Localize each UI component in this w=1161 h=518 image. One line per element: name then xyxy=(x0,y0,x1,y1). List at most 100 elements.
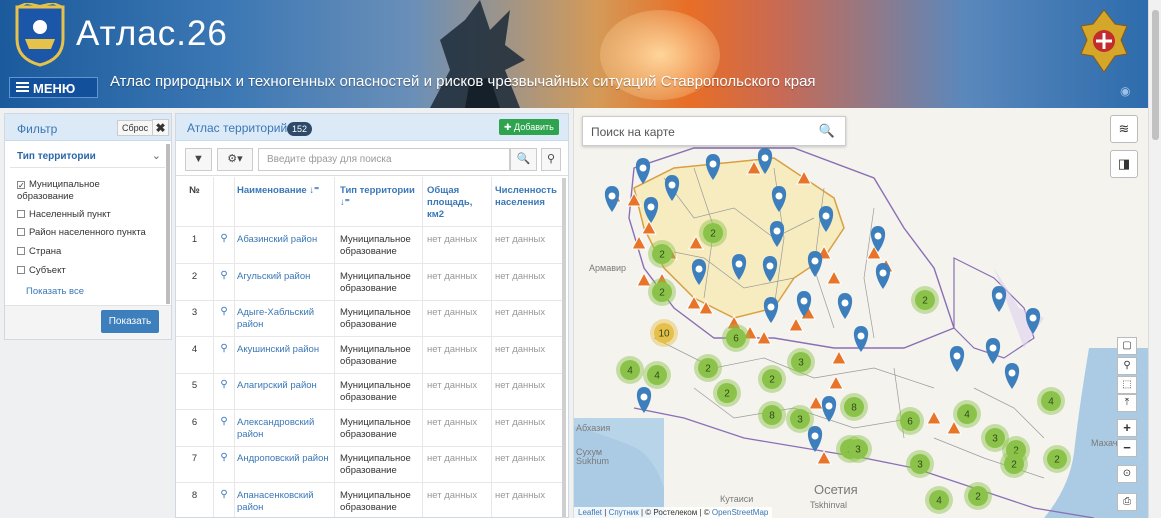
filter-option-settlement-district[interactable]: Район населенного пункта xyxy=(17,227,146,239)
osm-link[interactable]: OpenStreetMap xyxy=(712,508,768,517)
territory-name-link[interactable]: Андроповский район xyxy=(237,453,334,465)
cluster-marker[interactable]: 4 xyxy=(643,361,671,389)
reset-button[interactable]: Сброс xyxy=(117,120,154,136)
select-area-icon[interactable]: ⬚ xyxy=(1117,376,1137,394)
map-pin-icon[interactable]: ⚲ xyxy=(541,148,561,171)
upload-icon[interactable]: ⤒ xyxy=(1117,394,1137,412)
hazard-warning-icon[interactable] xyxy=(828,374,844,390)
territory-name-link[interactable]: Алагирский район xyxy=(237,380,334,392)
map-pin-dot xyxy=(879,269,887,277)
map-pin-icon[interactable]: ⚲ xyxy=(214,233,234,244)
sputnik-link[interactable]: Спутник xyxy=(609,508,639,517)
map-pin-icon[interactable]: ⚲ xyxy=(214,489,234,500)
territory-name-link[interactable]: Апанасенковский район xyxy=(237,490,334,514)
cluster-marker[interactable]: 8 xyxy=(758,401,786,429)
document-icon[interactable]: ▢ xyxy=(1117,337,1137,355)
territory-name-link[interactable]: Адыге-Хабльский район xyxy=(237,307,334,331)
show-button[interactable]: Показать xyxy=(101,310,159,333)
cluster-marker[interactable]: 2 xyxy=(964,482,992,510)
cluster-marker[interactable]: 3 xyxy=(844,435,872,463)
territory-name-link[interactable]: Александровский район xyxy=(237,417,334,441)
map-pin-icon[interactable]: ⚲ xyxy=(214,379,234,390)
checkbox[interactable] xyxy=(17,210,25,218)
checkbox[interactable] xyxy=(17,228,25,236)
map-pin-icon[interactable]: ⚲ xyxy=(214,343,234,354)
filter-option-settlement[interactable]: Населенный пункт xyxy=(17,209,111,221)
filter-option-subject[interactable]: Субъект xyxy=(17,265,66,277)
cluster-marker[interactable]: 6 xyxy=(896,407,924,435)
cluster-marker[interactable]: 3 xyxy=(787,348,815,376)
cluster-marker[interactable]: 2 xyxy=(1043,445,1071,473)
map-pin-icon[interactable]: ⚲ xyxy=(214,416,234,427)
zoom-in-button[interactable]: + xyxy=(1117,419,1137,437)
map-canvas[interactable]: Армавир Абхазия Сухум Sukhum Махачкала О… xyxy=(574,108,1148,518)
search-icon[interactable]: 🔍 xyxy=(510,148,537,171)
checkbox[interactable] xyxy=(17,266,25,274)
table-scrollbar[interactable] xyxy=(562,178,566,517)
col-type-header[interactable]: Тип территории ↓⁼ xyxy=(340,185,420,209)
show-all-link[interactable]: Показать все xyxy=(26,286,84,297)
hazard-warning-icon[interactable] xyxy=(826,269,842,285)
territory-name-link[interactable]: Агульский район xyxy=(237,271,334,283)
cluster-marker[interactable]: 2 xyxy=(648,278,676,306)
cluster-marker[interactable]: 4 xyxy=(1037,387,1065,415)
cluster-marker[interactable]: 3 xyxy=(906,450,934,478)
hazard-warning-icon[interactable] xyxy=(926,409,942,425)
locate-icon[interactable]: ⊙ xyxy=(1117,465,1137,483)
cluster-marker[interactable]: 3 xyxy=(981,424,1009,452)
hazard-warning-icon[interactable] xyxy=(816,449,832,465)
print-icon[interactable]: ⎙ xyxy=(1117,493,1137,511)
cluster-count: 3 xyxy=(917,460,923,471)
cluster-marker[interactable]: 2 xyxy=(911,286,939,314)
panel-toggle-icon[interactable]: ◨ xyxy=(1110,150,1138,178)
sort-icon[interactable]: ↓⁼ xyxy=(309,185,319,196)
cluster-marker[interactable]: 4 xyxy=(616,356,644,384)
cluster-marker[interactable]: 2 xyxy=(694,354,722,382)
map-pin-dot xyxy=(735,260,743,268)
territory-name-link[interactable]: Акушинский район xyxy=(237,344,334,356)
filter-option-municipal[interactable]: ✓ Муниципальное образование xyxy=(17,179,137,203)
phrase-search-input[interactable]: Введите фразу для поиска xyxy=(258,148,510,171)
sort-icon[interactable]: ↓⁼ xyxy=(340,197,350,208)
hazard-warning-icon[interactable] xyxy=(808,394,824,410)
location-icon[interactable]: ◉ xyxy=(1120,84,1130,98)
cluster-marker[interactable]: 2 xyxy=(648,240,676,268)
map-view[interactable]: Армавир Абхазия Сухум Sukhum Махачкала О… xyxy=(573,108,1148,518)
add-button[interactable]: ✚ Добавить xyxy=(499,119,559,135)
cluster-marker[interactable]: 10 xyxy=(650,319,678,347)
map-pin-icon[interactable]: ⚲ xyxy=(214,306,234,317)
cluster-marker[interactable]: 4 xyxy=(953,400,981,428)
checkbox[interactable] xyxy=(17,247,25,255)
hazard-warning-icon[interactable] xyxy=(831,349,847,365)
close-icon[interactable]: ✖ xyxy=(152,119,169,136)
map-pin-icon[interactable]: ⚲ xyxy=(214,270,234,281)
cluster-marker[interactable]: 2 xyxy=(713,379,741,407)
settings-dropdown-icon[interactable]: ⚙▾ xyxy=(217,148,253,171)
hazard-warning-icon[interactable] xyxy=(788,316,804,332)
filter-option-country[interactable]: Страна xyxy=(17,246,61,258)
cluster-marker[interactable]: 2 xyxy=(758,365,786,393)
cluster-marker[interactable]: 4 xyxy=(925,486,953,514)
map-pin-icon[interactable]: ⚲ xyxy=(1117,357,1137,375)
search-icon[interactable]: 🔍 xyxy=(819,123,835,139)
page-scrollbar[interactable] xyxy=(1148,0,1161,518)
territory-type-toggle[interactable]: Тип территории ⌄ xyxy=(10,147,165,168)
menu-button[interactable]: МЕНЮ xyxy=(9,77,98,98)
layers-icon[interactable]: ≋ xyxy=(1110,115,1138,143)
atlas-toolbar: ▼ ⚙▾ Введите фразу для поиска 🔍 ⚲ xyxy=(176,142,568,176)
filter-funnel-icon[interactable]: ▼ xyxy=(185,148,212,171)
map-pin-icon[interactable]: ⚲ xyxy=(214,452,234,463)
map-pin-dot xyxy=(775,192,783,200)
hazard-warning-icon[interactable] xyxy=(631,234,647,250)
filter-scrollbar[interactable] xyxy=(166,144,170,304)
zoom-out-button[interactable]: − xyxy=(1117,439,1137,457)
map-search-input[interactable]: Поиск на карте 🔍 xyxy=(582,116,846,146)
checkbox-checked[interactable]: ✓ xyxy=(17,181,25,190)
cluster-marker[interactable]: 2 xyxy=(1000,450,1028,478)
leaflet-link[interactable]: Leaflet xyxy=(578,508,602,517)
col-name-header[interactable]: Наименование ↓⁼ xyxy=(237,185,334,197)
cluster-marker[interactable]: 8 xyxy=(840,393,868,421)
cluster-marker[interactable]: 2 xyxy=(699,219,727,247)
cluster-marker[interactable]: 6 xyxy=(722,324,750,352)
territory-name-link[interactable]: Абазинский район xyxy=(237,234,334,246)
